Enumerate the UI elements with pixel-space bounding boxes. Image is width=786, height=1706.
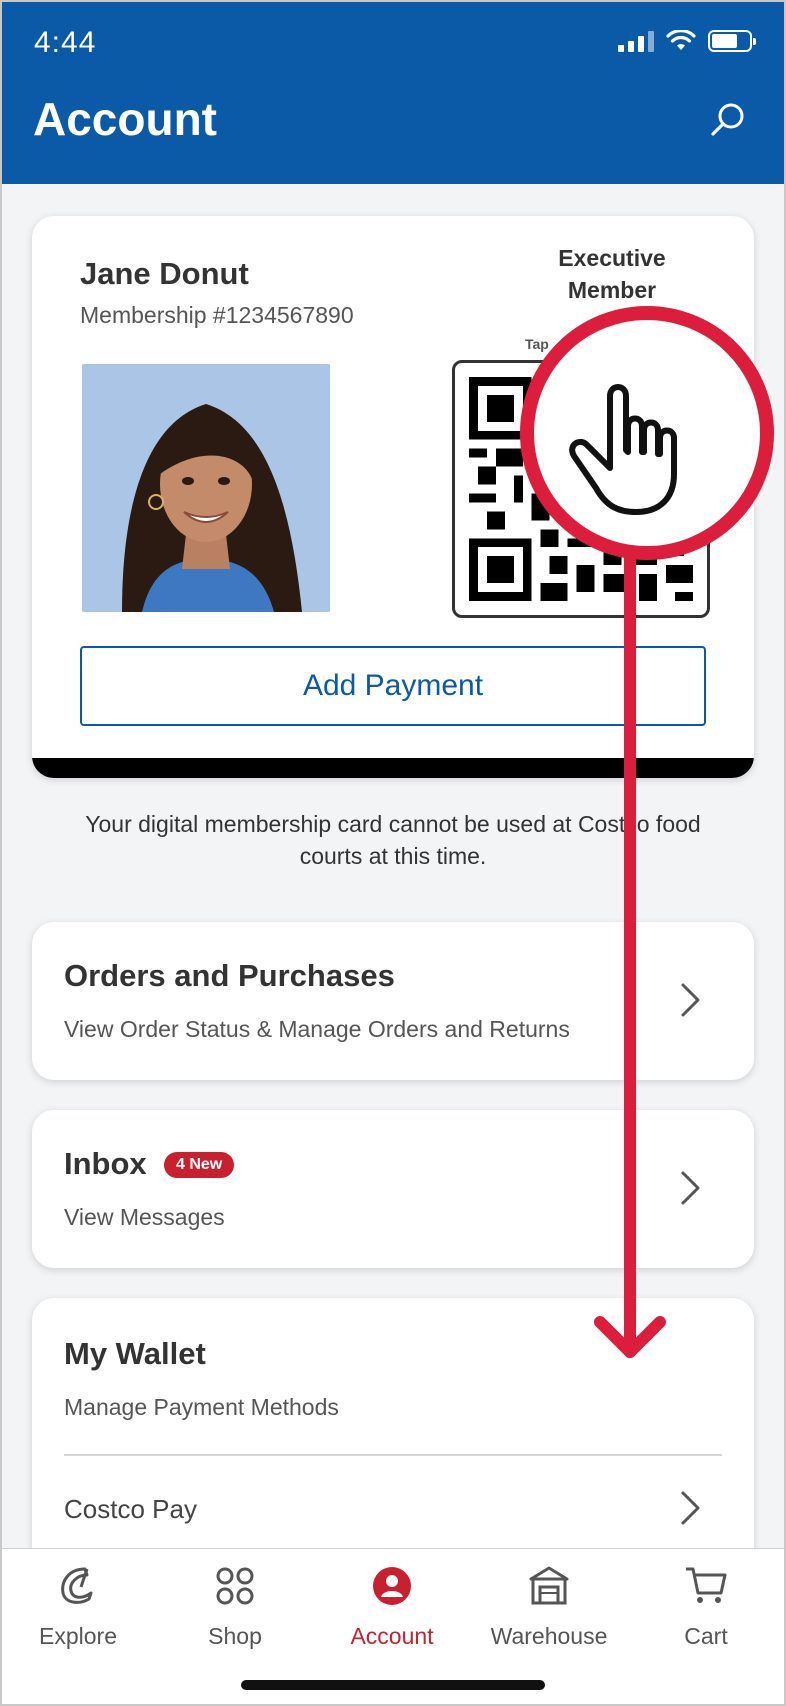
inbox-title: Inbox bbox=[64, 1146, 147, 1181]
home-indicator bbox=[241, 1680, 545, 1690]
status-time: 4:44 bbox=[34, 26, 97, 59]
inbox-card[interactable]: Inbox 4 New View Messages bbox=[32, 1110, 754, 1268]
user-icon bbox=[373, 1567, 411, 1605]
store-icon bbox=[529, 1566, 569, 1605]
nav-account-label: Account bbox=[350, 1623, 434, 1649]
wifi-icon bbox=[666, 30, 696, 50]
wallet-divider bbox=[64, 1454, 722, 1456]
search-icon[interactable] bbox=[708, 100, 748, 140]
membership-notice: Your digital membership card cannot be u… bbox=[85, 811, 701, 869]
orders-purchases-card[interactable]: Orders and Purchases View Order Status &… bbox=[32, 922, 754, 1080]
battery-icon bbox=[708, 30, 756, 52]
nav-account[interactable]: Account bbox=[314, 1563, 470, 1650]
nav-shop[interactable]: Shop bbox=[157, 1563, 313, 1650]
cart-icon bbox=[686, 1567, 727, 1603]
nav-shop-label: Shop bbox=[208, 1623, 262, 1649]
wallet-card: My Wallet Manage Payment Methods Costco … bbox=[32, 1298, 754, 1578]
orders-subtitle: View Order Status & Manage Orders and Re… bbox=[64, 1016, 570, 1042]
membership-number: Membership #1234567890 bbox=[80, 302, 354, 328]
inbox-new-badge: 4 New bbox=[164, 1152, 235, 1178]
wallet-title: My Wallet bbox=[64, 1336, 206, 1371]
explore-icon bbox=[61, 1567, 93, 1604]
member-name: Jane Donut bbox=[80, 256, 249, 291]
member-tag-label: Tap bbox=[525, 336, 549, 352]
grid-icon bbox=[216, 1567, 254, 1605]
app-header: 4:44 Account bbox=[0, 0, 786, 184]
inbox-subtitle: View Messages bbox=[64, 1204, 225, 1230]
nav-cart-label: Cart bbox=[684, 1623, 728, 1649]
card-bottom-strip bbox=[32, 758, 754, 778]
nav-cart[interactable]: Cart bbox=[628, 1563, 784, 1650]
signal-icon bbox=[618, 30, 654, 52]
nav-warehouse[interactable]: Warehouse bbox=[471, 1563, 627, 1650]
chevron-right-icon[interactable] bbox=[680, 1490, 702, 1526]
costco-pay-item[interactable]: Costco Pay bbox=[64, 1494, 197, 1525]
status-icons bbox=[618, 30, 756, 52]
page-title: Account bbox=[33, 93, 217, 145]
member-photo bbox=[82, 364, 330, 612]
nav-explore-label: Explore bbox=[39, 1623, 117, 1649]
nav-explore[interactable]: Explore bbox=[0, 1563, 156, 1650]
membership-card: Jane Donut Membership #1234567890 Execut… bbox=[32, 216, 754, 778]
wallet-subtitle: Manage Payment Methods bbox=[64, 1394, 339, 1420]
nav-warehouse-label: Warehouse bbox=[490, 1623, 608, 1649]
add-payment-button[interactable]: Add Payment bbox=[80, 646, 706, 726]
orders-title: Orders and Purchases bbox=[64, 958, 395, 993]
membership-qr-code[interactable] bbox=[452, 360, 710, 618]
member-type-label: Executive Member bbox=[558, 245, 666, 303]
chevron-right-icon bbox=[681, 983, 700, 1017]
chevron-right-icon bbox=[681, 1171, 700, 1205]
